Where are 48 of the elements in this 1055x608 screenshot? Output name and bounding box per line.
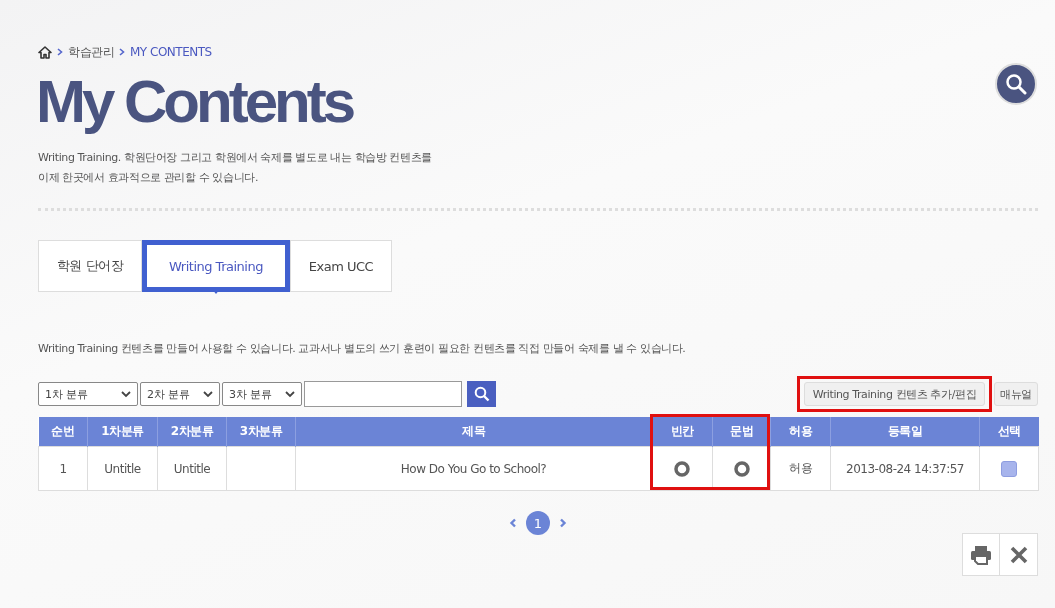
- column-header: 등록일: [830, 417, 980, 447]
- tab[interactable]: 학원 단어장: [38, 240, 142, 292]
- chevron-icon: [119, 48, 125, 56]
- breadcrumb-link[interactable]: 학습관리: [68, 43, 114, 61]
- home-icon[interactable]: [38, 45, 52, 59]
- table-cell: How Do You Go to School?: [400, 461, 547, 476]
- table-cell: 2013-08-24 14:37:57: [846, 461, 964, 476]
- checkbox[interactable]: [1001, 460, 1017, 477]
- column-header: 선택: [979, 417, 1039, 447]
- column-header: 빈칸: [651, 417, 713, 447]
- page-button[interactable]: 1: [526, 511, 550, 535]
- search-button[interactable]: [467, 381, 496, 407]
- chevron-down-icon: [285, 390, 295, 398]
- tab[interactable]: Exam UCC: [290, 240, 392, 292]
- previous-page-icon[interactable]: [509, 518, 517, 528]
- search-icon: [473, 386, 490, 402]
- next-page-icon[interactable]: [559, 518, 567, 528]
- table-cell: Untitle: [173, 461, 211, 476]
- printer-icon: [970, 544, 992, 565]
- search-icon: [1005, 73, 1027, 95]
- chevron-down-icon: [203, 390, 213, 398]
- column-header: 허용: [770, 417, 831, 447]
- category-dropdown[interactable]: 3차 분류: [222, 382, 302, 406]
- description-text: 이제 한곳에서 효과적으로 관리할 수 있습니다.: [38, 170, 259, 186]
- add-edit-button[interactable]: Writing Training 컨텐츠 추가/편집: [803, 382, 986, 406]
- column-header: 2차분류: [157, 417, 227, 447]
- page-title: My Contents: [36, 70, 352, 137]
- table-cell: 1: [59, 461, 67, 476]
- column-header: 3차분류: [226, 417, 296, 447]
- close-icon: [1009, 545, 1028, 564]
- breadcrumb-link[interactable]: MY CONTENTS: [130, 45, 212, 59]
- manual-button[interactable]: 매뉴얼: [994, 382, 1038, 406]
- search-button[interactable]: [995, 63, 1037, 105]
- close-button[interactable]: [1000, 533, 1038, 576]
- column-header: 순번: [38, 417, 88, 447]
- category-dropdown[interactable]: 1차 분류: [38, 382, 138, 406]
- print-button[interactable]: [962, 533, 1000, 576]
- chevron-down-icon: [121, 390, 131, 398]
- column-header: 제목: [295, 417, 652, 447]
- table-cell: Untitle: [104, 461, 141, 476]
- category-dropdown[interactable]: 2차 분류: [140, 382, 220, 406]
- description-text: Writing Training. 학원단어장 그리고 학원에서 숙제를 별도로 내는 학습방 컨텐츠를: [38, 150, 433, 166]
- table-cell: 허용: [789, 461, 812, 475]
- tab-description: Writing Training 컨텐츠를 만들어 사용할 수 있습니다. 교과서나 별도의 쓰기 훈련이 필요한 컨텐츠를 직접 만들어 숙제를 낼 수 있습니다.: [38, 341, 687, 357]
- search-field[interactable]: [304, 381, 462, 407]
- column-header: 1차분류: [87, 417, 158, 447]
- tab[interactable]: Writing Training: [142, 240, 290, 292]
- chevron-icon: [57, 48, 63, 56]
